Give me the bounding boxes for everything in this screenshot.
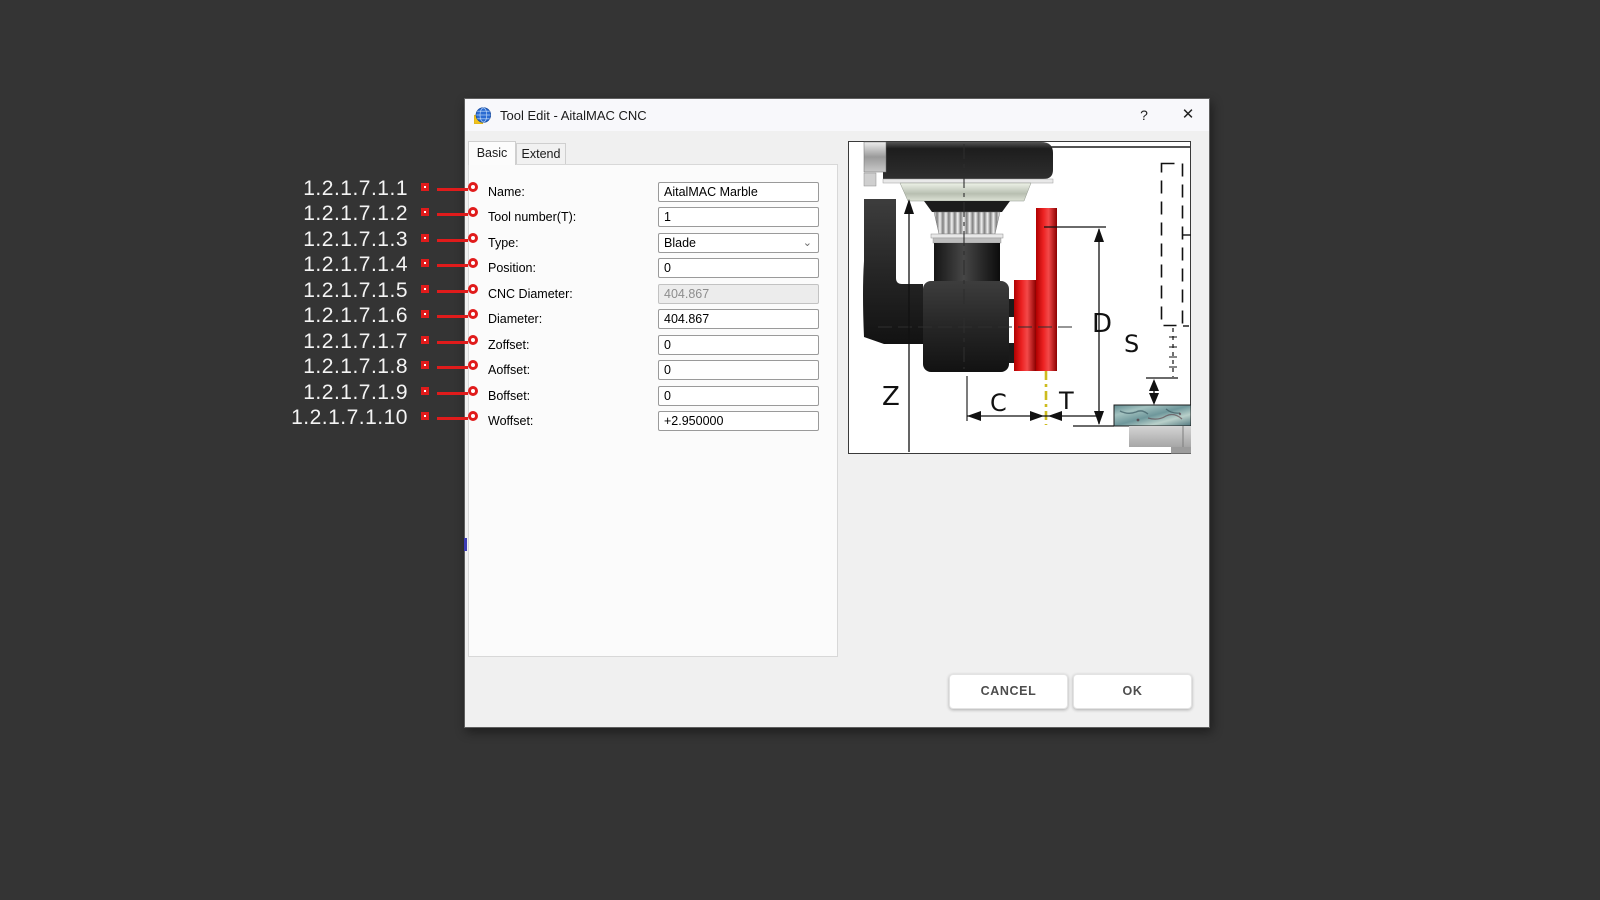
basic-tab-panel: Name: Tool number(T): Type: Blade ⌄ Posi… [468, 164, 838, 657]
annotation-label: 1.2.1.7.1.8 [0, 355, 408, 379]
annotation-label: 1.2.1.7.1.2 [0, 202, 408, 226]
zoffset-label: Zoffset: [488, 338, 529, 352]
boffset-input[interactable] [658, 386, 819, 406]
annotation-row-5: 1.2.1.7.1.5 [0, 279, 500, 305]
annotation-square-marker [421, 387, 429, 395]
form-row-woffset: Woffset: [469, 411, 837, 431]
svg-text:T: T [1058, 387, 1074, 415]
tool-diagram: Z D C T [848, 141, 1191, 454]
position-input[interactable] [658, 258, 819, 278]
annotation-row-1: 1.2.1.7.1.1 [0, 177, 500, 203]
form-row-tool-number: Tool number(T): [469, 207, 837, 227]
annotation-square-marker [421, 259, 429, 267]
help-button[interactable]: ? [1131, 103, 1157, 127]
annotation-square-marker [421, 285, 429, 293]
form-row-boffset: Boffset: [469, 386, 837, 406]
annotation-square-marker [421, 336, 429, 344]
annotation-square-marker [421, 361, 429, 369]
name-label: Name: [488, 185, 525, 199]
tool-number-label: Tool number(T): [488, 210, 576, 224]
form-row-zoffset: Zoffset: [469, 335, 837, 355]
cnc-diameter-label: CNC Diameter: [488, 287, 573, 301]
annotation-row-7: 1.2.1.7.1.7 [0, 330, 500, 356]
annotation-label: 1.2.1.7.1.6 [0, 304, 408, 328]
dialog-title: Tool Edit - AitalMAC CNC [500, 108, 647, 123]
annotation-label: 1.2.1.7.1.4 [0, 253, 408, 277]
globe-app-icon [474, 107, 491, 124]
cnc-diameter-input [658, 284, 819, 304]
svg-text:D: D [1092, 309, 1112, 339]
aoffset-input[interactable] [658, 360, 819, 380]
annotation-label: 1.2.1.7.1.9 [0, 381, 408, 405]
table-support [1129, 426, 1191, 447]
svg-text:Z: Z [882, 382, 900, 412]
ok-button[interactable]: OK [1073, 674, 1192, 709]
tab-extend[interactable]: Extend [516, 143, 566, 164]
chevron-down-icon: ⌄ [803, 234, 812, 252]
name-input[interactable] [658, 182, 819, 202]
position-label: Position: [488, 261, 536, 275]
blade-disc [1036, 208, 1057, 371]
annotation-row-6: 1.2.1.7.1.6 [0, 304, 500, 330]
annotation-label: 1.2.1.7.1.10 [0, 406, 408, 430]
annotation-row-2: 1.2.1.7.1.2 [0, 202, 500, 228]
diameter-input[interactable] [658, 309, 819, 329]
type-select[interactable]: Blade ⌄ [658, 233, 819, 253]
svg-text:S: S [1124, 330, 1139, 358]
annotation-row-3: 1.2.1.7.1.3 [0, 228, 500, 254]
annotation-label: 1.2.1.7.1.1 [0, 177, 408, 201]
table-pedestal [1171, 447, 1191, 454]
svg-text:C: C [990, 389, 1007, 417]
cancel-button[interactable]: CANCEL [949, 674, 1068, 709]
screenshot-root: Tool Edit - AitalMAC CNC ? ✕ Basic Exten… [0, 0, 1600, 900]
aoffset-label: Aoffset: [488, 363, 530, 377]
boffset-label: Boffset: [488, 389, 530, 403]
annotation-square-marker [421, 183, 429, 191]
annotation-square-marker [421, 208, 429, 216]
type-label: Type: [488, 236, 519, 250]
annotation-row-4: 1.2.1.7.1.4 [0, 253, 500, 279]
annotation-label: 1.2.1.7.1.7 [0, 330, 408, 354]
blade-flange [1014, 280, 1036, 371]
form-row-type: Type: Blade ⌄ [469, 233, 837, 253]
form-row-aoffset: Aoffset: [469, 360, 837, 380]
tab-basic[interactable]: Basic [468, 141, 516, 165]
form-row-name: Name: [469, 182, 837, 202]
annotation-row-10: 1.2.1.7.1.10 [0, 406, 500, 432]
annotation-row-9: 1.2.1.7.1.9 [0, 381, 500, 407]
tool-number-input[interactable] [658, 207, 819, 227]
tool-edit-dialog: Tool Edit - AitalMAC CNC ? ✕ Basic Exten… [464, 98, 1210, 728]
woffset-input[interactable] [658, 411, 819, 431]
form-row-position: Position: [469, 258, 837, 278]
dialog-titlebar[interactable]: Tool Edit - AitalMAC CNC [465, 99, 1209, 131]
annotation-label: 1.2.1.7.1.3 [0, 228, 408, 252]
form-row-cnc-diameter: CNC Diameter: [469, 284, 837, 304]
form-row-diameter: Diameter: [469, 309, 837, 329]
diameter-label: Diameter: [488, 312, 542, 326]
woffset-label: Woffset: [488, 414, 533, 428]
close-button[interactable]: ✕ [1175, 103, 1201, 127]
annotation-square-marker [421, 412, 429, 420]
annotation-row-8: 1.2.1.7.1.8 [0, 355, 500, 381]
blue-tick-mark [464, 538, 467, 551]
type-select-value: Blade [664, 236, 696, 250]
zoffset-input[interactable] [658, 335, 819, 355]
annotation-square-marker [421, 310, 429, 318]
annotation-label: 1.2.1.7.1.5 [0, 279, 408, 303]
annotation-square-marker [421, 234, 429, 242]
marble-slab [1114, 405, 1191, 426]
